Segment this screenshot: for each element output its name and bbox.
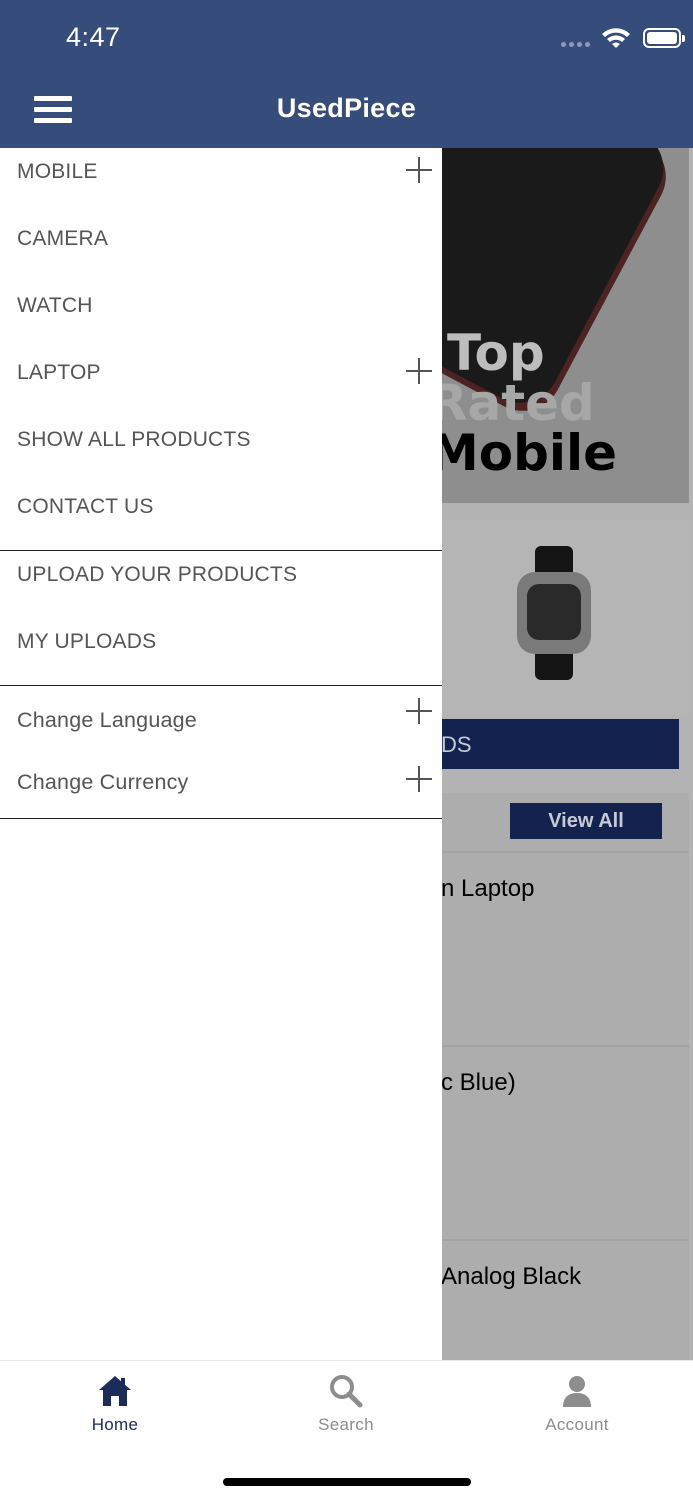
search-icon	[330, 1375, 363, 1408]
view-all-button[interactable]: View All	[510, 803, 662, 839]
tab-search[interactable]: Search	[286, 1373, 406, 1435]
brands-bar[interactable]: DS	[441, 719, 679, 769]
product-row[interactable]: c Blue)	[441, 1045, 689, 1239]
home-icon	[99, 1376, 131, 1406]
tab-label: Home	[91, 1415, 139, 1434]
product-row[interactable]: Analog Black	[441, 1239, 689, 1360]
app-title: UsedPiece	[276, 93, 417, 123]
watch-promo-card[interactable]	[441, 520, 689, 716]
plus-icon[interactable]	[406, 698, 432, 724]
promo-banner[interactable]: Top Rated Mobile	[441, 148, 689, 503]
plus-icon[interactable]	[406, 358, 432, 384]
tab-home[interactable]: Home	[55, 1373, 175, 1435]
account-icon	[563, 1376, 591, 1407]
drawer-item-laptop[interactable]: LAPTOP	[0, 349, 442, 416]
drawer-item-label: Change Currency	[17, 770, 189, 794]
product-row[interactable]: n Laptop	[441, 851, 689, 1045]
drawer-item-change-currency[interactable]: Change Currency	[0, 752, 442, 818]
banner-line-1: Top	[447, 324, 545, 382]
side-drawer: MOBILE CAMERA WATCH LAPTOP SHOW ALL PROD…	[0, 148, 442, 1360]
drawer-item-contact-us[interactable]: CONTACT US	[0, 483, 442, 550]
battery-icon	[643, 28, 685, 48]
drawer-item-label: MY UPLOADS	[17, 630, 157, 653]
drawer-item-label: UPLOAD YOUR PRODUCTS	[17, 563, 298, 586]
tab-label: Account	[545, 1415, 609, 1434]
drawer-divider	[0, 818, 442, 819]
banner-line-2: Rated	[441, 374, 595, 432]
drawer-item-watch[interactable]: WATCH	[0, 282, 442, 349]
tab-account[interactable]: Account	[517, 1373, 637, 1435]
home-indicator	[223, 1478, 471, 1486]
status-time: 4:47	[66, 22, 121, 52]
banner-text: Top Rated Mobile	[441, 328, 617, 478]
drawer-item-my-uploads[interactable]: MY UPLOADS	[0, 618, 442, 685]
banner-line-3: Mobile	[441, 424, 618, 482]
drawer-item-upload-products[interactable]: UPLOAD YOUR PRODUCTS	[0, 551, 442, 618]
plus-icon[interactable]	[406, 157, 432, 183]
drawer-item-show-all-products[interactable]: SHOW ALL PRODUCTS	[0, 416, 442, 483]
drawer-item-label: CAMERA	[17, 227, 109, 250]
drawer-item-label: MOBILE	[17, 160, 98, 183]
drawer-item-label: SHOW ALL PRODUCTS	[17, 428, 251, 451]
drawer-item-label: LAPTOP	[17, 361, 101, 384]
drawer-item-label: WATCH	[17, 294, 93, 317]
drawer-item-change-language[interactable]: Change Language	[0, 686, 442, 752]
products-section: View All n Laptop c Blue) Analog Black	[441, 793, 689, 1360]
app-header: 4:47 UsedPiece	[0, 0, 693, 148]
drawer-item-mobile[interactable]: MOBILE	[0, 148, 442, 215]
plus-icon[interactable]	[406, 766, 432, 792]
tab-label: Search	[318, 1415, 374, 1434]
wifi-icon	[602, 28, 630, 48]
drawer-item-label: CONTACT US	[17, 495, 154, 518]
watch-image	[517, 546, 591, 680]
signal-icon	[561, 42, 593, 48]
drawer-item-label: Change Language	[17, 708, 197, 732]
drawer-item-camera[interactable]: CAMERA	[0, 215, 442, 282]
